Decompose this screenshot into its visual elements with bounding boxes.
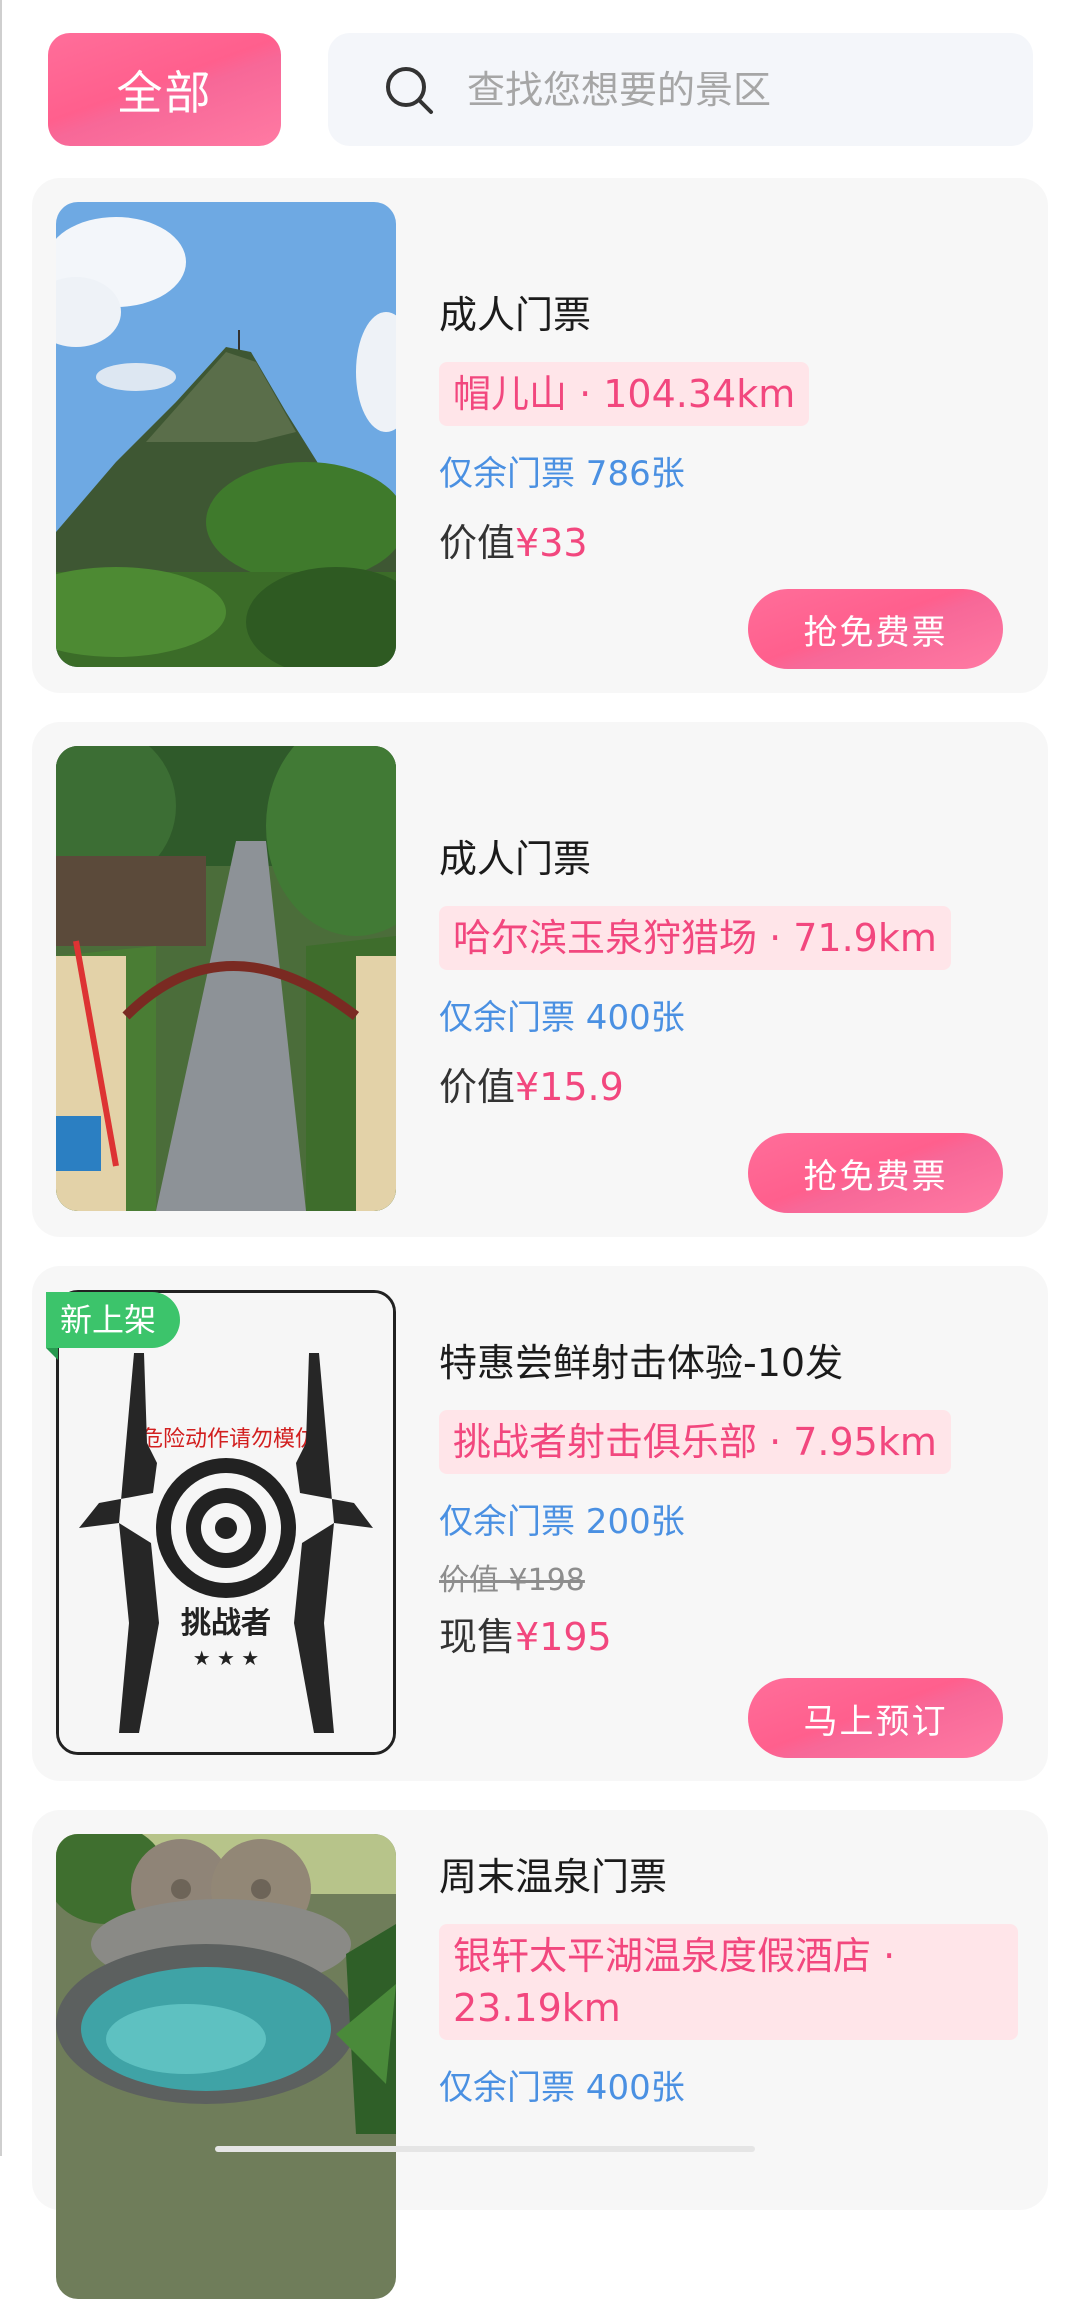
shooting-club-poster: 危险动作请勿模仿 挑战者 ★ ★ ★ <box>56 1290 396 1755</box>
top-bar: 全部 <box>0 0 1080 170</box>
search-icon <box>386 66 433 114</box>
ticket-title: 成人门票 <box>439 837 592 881</box>
remaining-stock: 仅余门票 200张 <box>439 1502 685 1542</box>
location-distance: 挑战者射击俱乐部 · 7.95km <box>439 1410 951 1474</box>
price-label: 价值 <box>439 1065 516 1109</box>
ticket-info: 周末温泉门票 银轩太平湖温泉度假酒店 · 23.19km 仅余门票 400张 <box>439 1850 1018 2112</box>
grab-free-ticket-button[interactable]: 抢免费票 <box>748 589 1003 669</box>
price-amount: ¥33 <box>515 521 588 565</box>
price-label: 现售 <box>439 1615 516 1659</box>
filter-all-button[interactable]: 全部 <box>48 33 281 146</box>
ticket-card[interactable]: 新上架 危险动作请勿模仿 挑战者 ★ ★ ★ 特惠尝鲜射击体验-10发 挑战者射… <box>32 1266 1048 1781</box>
ticket-title: 周末温泉门票 <box>439 1855 668 1899</box>
original-price: 价值 ¥198 <box>439 1563 585 1598</box>
price-line: 现售¥195 <box>439 1610 1018 1664</box>
price-line: 价值¥33 <box>439 516 1018 570</box>
home-indicator <box>215 2146 755 2152</box>
remaining-stock: 仅余门票 400张 <box>439 998 685 1038</box>
remaining-stock: 仅余门票 400张 <box>439 2068 685 2108</box>
price-label: 价值 <box>439 521 516 565</box>
ticket-card[interactable]: 成人门票 帽儿山 · 104.34km 仅余门票 786张 价值¥33 抢免费票 <box>32 178 1048 693</box>
new-arrival-badge: 新上架 <box>46 1292 181 1360</box>
price-amount: ¥15.9 <box>515 1065 624 1109</box>
ticket-info: 成人门票 哈尔滨玉泉狩猎场 · 71.9km 仅余门票 400张 价值¥15.9 <box>439 832 1018 1114</box>
poster-brand-text: 挑战者 <box>181 1606 271 1641</box>
mountain-photo <box>56 202 396 667</box>
ticket-info: 特惠尝鲜射击体验-10发 挑战者射击俱乐部 · 7.95km 仅余门票 200张… <box>439 1336 1018 1664</box>
remaining-stock: 仅余门票 786张 <box>439 454 685 494</box>
ticket-info: 成人门票 帽儿山 · 104.34km 仅余门票 786张 价值¥33 <box>439 288 1018 570</box>
ticket-card[interactable]: 成人门票 哈尔滨玉泉狩猎场 · 71.9km 仅余门票 400张 价值¥15.9… <box>32 722 1048 1237</box>
hot-spring-photo <box>56 1834 396 2299</box>
ticket-title: 成人门票 <box>439 293 592 337</box>
search-input[interactable] <box>465 66 1029 113</box>
left-edge <box>0 0 2 2156</box>
poster-warning-text: 危险动作请勿模仿 <box>141 1427 317 1452</box>
location-distance: 银轩太平湖温泉度假酒店 · 23.19km <box>439 1924 1018 2040</box>
search-bar[interactable] <box>328 33 1033 146</box>
grab-free-ticket-button[interactable]: 抢免费票 <box>748 1133 1003 1213</box>
book-now-button[interactable]: 马上预订 <box>748 1678 1003 1758</box>
price-amount: ¥195 <box>515 1615 612 1659</box>
location-distance: 哈尔滨玉泉狩猎场 · 71.9km <box>439 906 951 970</box>
svg-text:★ ★ ★: ★ ★ ★ <box>193 1646 260 1670</box>
hunting-ground-photo <box>56 746 396 1211</box>
ticket-title: 特惠尝鲜射击体验-10发 <box>439 1341 844 1385</box>
price-line: 价值¥15.9 <box>439 1060 1018 1114</box>
location-distance: 帽儿山 · 104.34km <box>439 362 810 426</box>
